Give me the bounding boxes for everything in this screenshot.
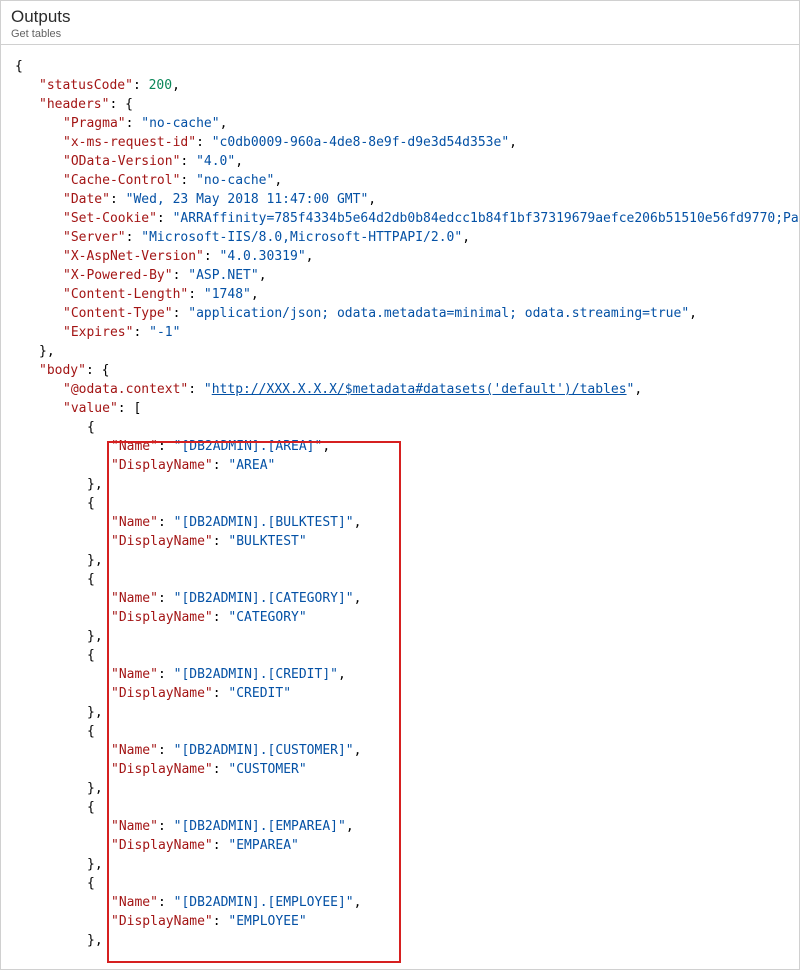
table-entry-displayname: "DisplayName": "BULKTEST" <box>15 532 785 551</box>
json-output: { "statusCode": 200, "headers": { "Pragm… <box>1 45 799 950</box>
table-entry-name: "Name": "[DB2ADMIN].[BULKTEST]", <box>15 513 785 532</box>
odata-context-link[interactable]: http://XXX.X.X.X/$metadata#datasets('def… <box>212 382 627 397</box>
table-entry-name: "Name": "[DB2ADMIN].[CUSTOMER]", <box>15 741 785 760</box>
table-entry-displayname: "DisplayName": "AREA" <box>15 456 785 475</box>
table-entry-displayname: "DisplayName": "EMPLOYEE" <box>15 912 785 931</box>
table-entry-displayname: "DisplayName": "CUSTOMER" <box>15 760 785 779</box>
table-entry-displayname: "DisplayName": "CATEGORY" <box>15 608 785 627</box>
outputs-subtitle: Get tables <box>11 28 789 40</box>
table-entry-name: "Name": "[DB2ADMIN].[CATEGORY]", <box>15 589 785 608</box>
outputs-title: Outputs <box>11 7 789 27</box>
table-entry-displayname: "DisplayName": "EMPAREA" <box>15 836 785 855</box>
outputs-header: Outputs Get tables <box>1 1 799 45</box>
table-entry-name: "Name": "[DB2ADMIN].[EMPLOYEE]", <box>15 893 785 912</box>
table-entry-name: "Name": "[DB2ADMIN].[CREDIT]", <box>15 665 785 684</box>
table-entry-displayname: "DisplayName": "CREDIT" <box>15 684 785 703</box>
table-entry-name: "Name": "[DB2ADMIN].[EMPAREA]", <box>15 817 785 836</box>
table-entry-name: "Name": "[DB2ADMIN].[AREA]", <box>15 437 785 456</box>
value-array: {"Name": "[DB2ADMIN].[AREA]","DisplayNam… <box>15 418 785 950</box>
